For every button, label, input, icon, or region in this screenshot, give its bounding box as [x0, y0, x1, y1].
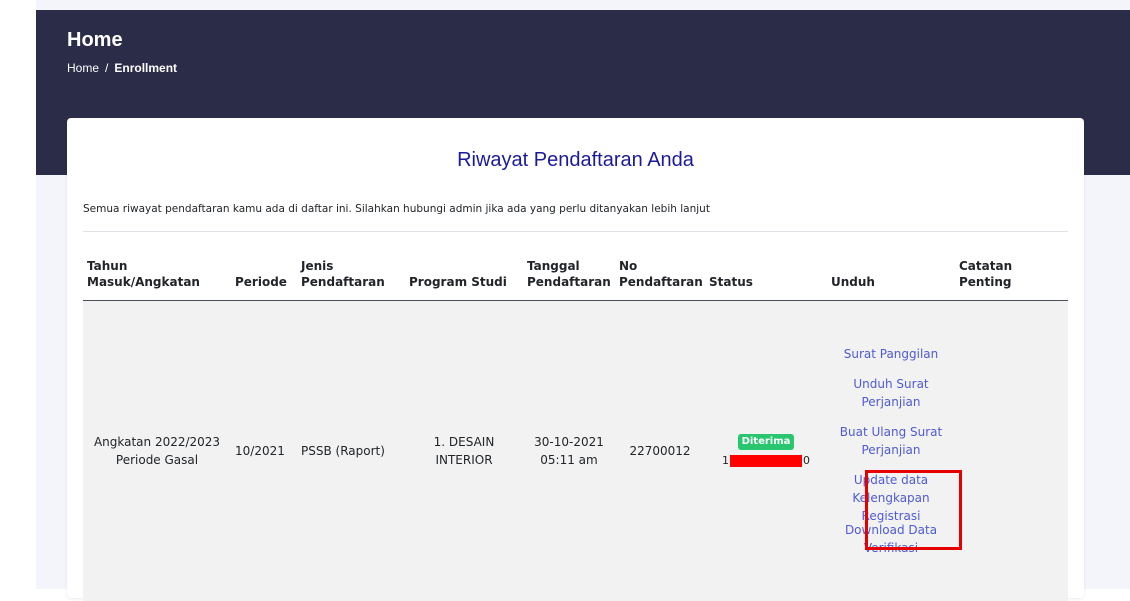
breadcrumb-current: Enrollment [114, 61, 178, 75]
download-links: Surat Panggilan Unduh Surat Perjanjian Bu… [831, 345, 951, 557]
enrollment-card: Riwayat Pendaftaran Anda Semua riwayat p… [67, 118, 1084, 601]
card-description: Semua riwayat pendaftaran kamu ada di da… [83, 203, 710, 215]
redaction-bar [730, 455, 802, 468]
breadcrumb-separator: / [105, 61, 109, 75]
unduh-surat-perjanjian-link[interactable]: Unduh Surat Perjanjian [831, 375, 951, 411]
col-header-periode: Periode [231, 258, 297, 301]
page-title: Home [67, 29, 123, 51]
cell-jenis: PSSB (Raport) [301, 443, 385, 458]
col-header-no: No Pendaftaran [615, 258, 705, 301]
breadcrumb-home-link[interactable]: Home [67, 61, 99, 75]
table-row: Angkatan 2022/2023 Periode Gasal 10/2021 … [83, 300, 1068, 601]
surat-panggilan-link[interactable]: Surat Panggilan [831, 345, 951, 363]
card-divider [83, 231, 1068, 232]
col-header-jenis: Jenis Pendaftaran [297, 258, 405, 301]
table-header-row: Tahun Masuk/Angkatan Periode Jenis Pendaft… [83, 258, 1068, 301]
col-header-tanggal: Tanggal Pendaftaran [523, 258, 615, 301]
col-header-program: Program Studi [405, 258, 523, 301]
cell-program: 1. DESAIN INTERIOR [433, 434, 495, 467]
status-badge: Diterima [737, 434, 795, 451]
update-data-registrasi-link[interactable]: Update data Kelengkapan Registrasi [831, 471, 951, 525]
buat-ulang-surat-perjanjian-link[interactable]: Buat Ulang Surat Perjanjian [831, 423, 951, 459]
cell-unduh: Surat Panggilan Unduh Surat Perjanjian Bu… [827, 301, 955, 601]
col-header-unduh: Unduh [827, 258, 955, 301]
col-header-status: Status [705, 258, 827, 301]
card-title: Riwayat Pendaftaran Anda [457, 149, 694, 171]
cell-angkatan: Angkatan 2022/2023 Periode Gasal [93, 434, 221, 467]
cell-no-pendaftaran: 22700012 [629, 443, 691, 458]
enrollment-table: Tahun Masuk/Angkatan Periode Jenis Pendaft… [83, 258, 1068, 601]
col-header-catatan: Catatan Penting [955, 258, 1068, 301]
cell-tanggal: 30-10-2021 05:11 am [534, 434, 604, 467]
col-header-tahun: Tahun Masuk/Angkatan [83, 258, 231, 301]
cell-periode: 10/2021 [235, 443, 285, 458]
breadcrumb: Home / Enrollment [67, 60, 177, 76]
phone-number: 10 [722, 454, 810, 468]
cell-status: Diterima 10 [705, 301, 827, 601]
cell-catatan [955, 301, 1068, 601]
download-data-verifikasi-link[interactable]: Download Data Verifikasi [831, 521, 951, 557]
